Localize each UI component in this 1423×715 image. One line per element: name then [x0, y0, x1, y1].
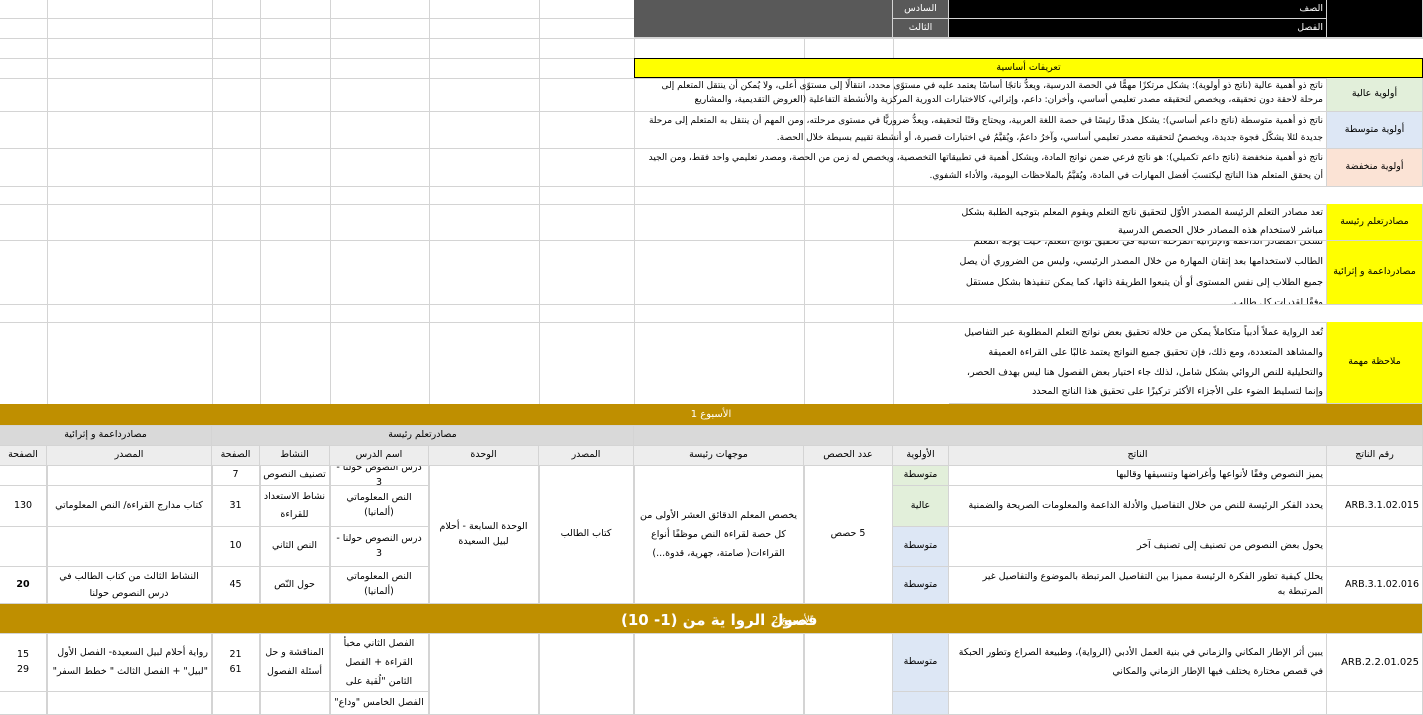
table-row-page: 21 61 [212, 634, 260, 692]
col-unit: الوحدة [429, 446, 539, 466]
high-priority-label: أولوية عالية [1327, 78, 1423, 112]
table-row-support-page [0, 692, 47, 715]
col-support-page: الصفحة [0, 446, 47, 466]
col-periods: عدد الحصص [804, 446, 893, 466]
table-row-guidance [634, 634, 804, 715]
table-row-outcome: يحول بعض النصوص من تصنيف إلى تصنيف آخر [949, 527, 1327, 567]
col-lesson: اسم الدرس [330, 446, 429, 466]
week1-title: الأسبوع 1 [0, 404, 1423, 426]
table-row-support-page: 130 [0, 486, 47, 527]
medium-priority-text: ناتج ذو أهمية متوسطة (ناتج داعم أساسي): … [634, 112, 1327, 149]
table-row-lesson: الفصل الخامس "وداع" [330, 692, 429, 715]
table-row-support-source [47, 692, 212, 715]
table-row-periods [804, 634, 893, 715]
low-priority-text: ناتج ذو أهمية منخفضة (ناتج داعم تكميلي):… [634, 149, 1327, 187]
table-row-support-page: 20 [0, 567, 47, 604]
table-row-page [212, 692, 260, 715]
main-sources-label: مصادرتعلم رئيسة [1327, 204, 1423, 241]
col-source: المصدر [539, 446, 634, 466]
col-outcome: الناتج [949, 446, 1327, 466]
unit-cell: الوحدة السابعة - أحلام لبيل السعيدة [429, 466, 539, 604]
table-row-activity: النص الثاني [260, 527, 330, 567]
table-row-outcome [949, 692, 1327, 715]
table-row-lesson: النص المعلوماتي (ألمانيا) [330, 486, 429, 527]
table-row-page: 10 [212, 527, 260, 567]
table-row-support-source: كتاب مدارج القراءة/ النص المعلوماتي [47, 486, 212, 527]
table-row-activity: نشاط الاستعداد للقراءة [260, 486, 330, 527]
table-row-lesson: درس النصوص حولنا - 3 [330, 527, 429, 567]
support-sources-text: تُشكل المصادر الداعمة والإثرائية المرحلة… [949, 241, 1327, 305]
periods-cell: 5 حصص [804, 466, 893, 604]
medium-priority-label: أولوية متوسطة [1327, 112, 1423, 149]
table-row-priority: عالية [893, 486, 949, 527]
table-row-support-page: 15 29 [0, 634, 47, 692]
table-row-code [1327, 466, 1423, 486]
table-row-priority: متوسطة [893, 567, 949, 604]
table-row-support-page [0, 527, 47, 567]
table-row-source [539, 634, 634, 715]
week2-bar: فصول الروا ية من (1- 10) الأسبوع 2 [0, 604, 1423, 634]
table-row-lesson: درس النصوص حولنا - 3 [330, 466, 429, 486]
high-priority-text: ناتج ذو أهمية عالية (ناتج ذو أولوية): يش… [634, 78, 1327, 112]
table-row-code [1327, 527, 1423, 567]
table-row-support-source [47, 466, 212, 486]
table-row-outcome: يحدد الفكر الرئيسة للنص من خلال التفاصيل… [949, 486, 1327, 527]
important-note-text: تُعد الرواية عملاً أدبياً متكاملاً يمكن … [949, 322, 1327, 404]
group-main-header: مصادرتعلم رئيسة [212, 426, 634, 446]
col-priority: الأولوية [893, 446, 949, 466]
table-row-code [1327, 692, 1423, 715]
table-row-page: 7 [212, 466, 260, 486]
table-row-page: 45 [212, 567, 260, 604]
definitions-title: تعريفات أساسية [634, 58, 1423, 78]
support-sources-label: مصادرداعمة و إثرائية [1327, 241, 1423, 305]
table-row-support-source: رواية أحلام لبيل السعيدة- الفصل الأول "ل… [47, 634, 212, 692]
table-row-lesson: النص المعلوماتي (ألمانيا) [330, 567, 429, 604]
table-row-outcome: يحلل كيفية تطور الفكرة الرئيسة مميزا بين… [949, 567, 1327, 604]
table-row-outcome: يبين أثر الإطار المكاني والزماني في بنية… [949, 634, 1327, 692]
table-row-activity: تصنيف النصوص [260, 466, 330, 486]
guidance-cell: يخصص المعلم الدقائق العشر الأولى من كل ح… [634, 466, 804, 604]
table-row-unit [429, 634, 539, 715]
table-row-code: ARB.3.1.02.015 [1327, 486, 1423, 527]
table-row-support-source [47, 527, 212, 567]
grade-value: السادس [893, 0, 949, 19]
grade-label: الصف [949, 0, 1327, 19]
col-page: الصفحة [212, 446, 260, 466]
low-priority-label: أولوية منخفضة [1327, 149, 1423, 187]
source-cell: كتاب الطالب [539, 466, 634, 604]
table-row-priority [893, 692, 949, 715]
table-row-code: ARB.3.1.02.016 [1327, 567, 1423, 604]
header-bg-right [1327, 0, 1423, 38]
col-guidance: موجهات رئيسة [634, 446, 804, 466]
table-row-priority: متوسطة [893, 634, 949, 692]
table-row-activity [260, 692, 330, 715]
important-note-label: ملاحظة مهمة [1327, 322, 1423, 404]
table-row-outcome: يميز النصوص وفقًا لأنواعها وأغراضها وتنس… [949, 466, 1327, 486]
col-code: رقم الناتج [1327, 446, 1423, 466]
table-row-support-page [0, 466, 47, 486]
table-row-page: 31 [212, 486, 260, 527]
term-label: الفصل [949, 19, 1327, 38]
table-row-code: ARB.2.2.01.025 [1327, 634, 1423, 692]
table-row-priority: متوسطة [893, 527, 949, 567]
main-sources-text: تعد مصادر التعلم الرئيسة المصدر الأوّل ل… [949, 204, 1327, 241]
table-row-activity: حول النّص [260, 567, 330, 604]
header-bg [634, 0, 893, 38]
week2-label: الأسبوع 2 [772, 615, 813, 626]
table-row-activity: المناقشة و حل أسئلة الفصول [260, 634, 330, 692]
term-value: الثالث [893, 19, 949, 38]
group-blank-header [634, 426, 1423, 446]
group-support-header: مصادرداعمة و إثرائية [0, 426, 212, 446]
table-row-support-source: النشاط الثالث من كتاب الطالب في درس النص… [47, 567, 212, 604]
table-row-priority: متوسطة [893, 466, 949, 486]
col-activity: النشاط [260, 446, 330, 466]
col-support-source: المصدر [47, 446, 212, 466]
table-row-lesson: الفصل الثاني مخبأ القراءة + الفصل الثامن… [330, 634, 429, 692]
